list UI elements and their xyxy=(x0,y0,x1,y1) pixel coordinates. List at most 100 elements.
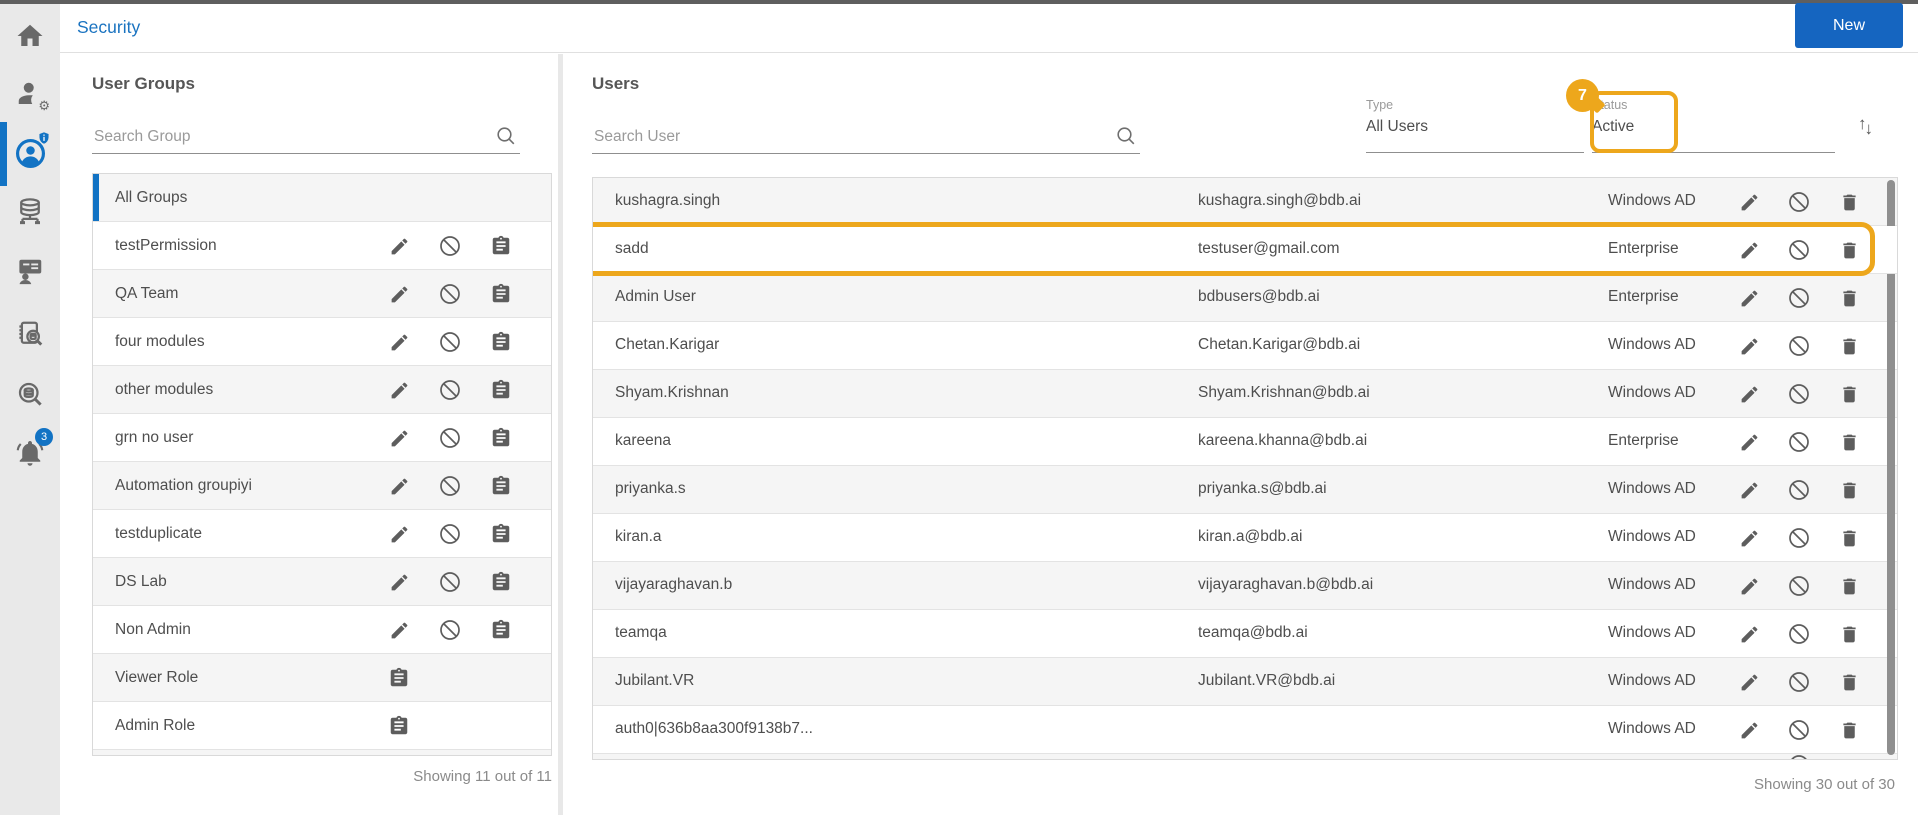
disable-group-icon[interactable] xyxy=(438,618,462,642)
group-permissions-icon[interactable] xyxy=(489,570,513,594)
user-row[interactable]: kiran.a kiran.a@bdb.ai Windows AD xyxy=(593,514,1897,562)
group-permissions-icon[interactable] xyxy=(489,426,513,450)
delete-user-icon[interactable] xyxy=(1837,574,1861,598)
sidebar-item-data-center[interactable] xyxy=(0,194,60,230)
edit-group-icon[interactable] xyxy=(387,234,411,258)
user-search-input[interactable]: Search User xyxy=(592,120,1140,154)
new-button[interactable]: New xyxy=(1795,3,1903,48)
edit-group-icon[interactable] xyxy=(387,618,411,642)
edit-group-icon[interactable] xyxy=(387,426,411,450)
group-row[interactable]: All Groups xyxy=(93,174,551,222)
group-permissions-icon[interactable] xyxy=(489,474,513,498)
disable-user-icon[interactable] xyxy=(1787,238,1811,262)
group-permissions-icon[interactable] xyxy=(489,522,513,546)
disable-group-icon[interactable] xyxy=(438,378,462,402)
edit-user-icon[interactable] xyxy=(1737,718,1761,742)
edit-group-icon[interactable] xyxy=(387,474,411,498)
group-row[interactable]: four modules xyxy=(93,318,551,366)
sidebar-item-business-story[interactable] xyxy=(0,253,60,289)
edit-user-icon[interactable] xyxy=(1737,238,1761,262)
edit-group-icon[interactable] xyxy=(387,330,411,354)
group-row[interactable]: Non Admin xyxy=(93,606,551,654)
user-row[interactable]: auth0|636b8aa300f9138b7... Windows AD xyxy=(593,706,1897,754)
user-row[interactable]: Jubilant.VR Jubilant.VR@bdb.ai Windows A… xyxy=(593,658,1897,706)
user-row[interactable]: Shyam.Krishnan Shyam.Krishnan@bdb.ai Win… xyxy=(593,370,1897,418)
delete-user-icon[interactable] xyxy=(1837,238,1861,262)
disable-user-icon[interactable] xyxy=(1787,334,1811,358)
user-row[interactable]: 8 sadd testuser@gmail.com Enterprise xyxy=(593,226,1897,274)
delete-user-icon[interactable] xyxy=(1837,478,1861,502)
disable-group-icon[interactable] xyxy=(438,474,462,498)
disable-group-icon[interactable] xyxy=(438,330,462,354)
group-row[interactable]: Automation groupiyi xyxy=(93,462,551,510)
disable-group-icon[interactable] xyxy=(438,282,462,306)
disable-group-icon[interactable] xyxy=(438,426,462,450)
disable-user-icon[interactable] xyxy=(1787,622,1811,646)
edit-user-icon[interactable] xyxy=(1737,190,1761,214)
edit-user-icon[interactable] xyxy=(1737,382,1761,406)
delete-user-icon[interactable] xyxy=(1837,718,1861,742)
delete-user-icon[interactable] xyxy=(1837,382,1861,406)
delete-user-icon[interactable] xyxy=(1837,334,1861,358)
edit-user-icon[interactable] xyxy=(1737,622,1761,646)
group-row[interactable]: testduplicate xyxy=(93,510,551,558)
edit-user-icon[interactable] xyxy=(1737,670,1761,694)
user-row[interactable]: teamqa teamqa@bdb.ai Windows AD xyxy=(593,610,1897,658)
delete-user-icon[interactable] xyxy=(1837,622,1861,646)
delete-user-icon[interactable] xyxy=(1837,430,1861,454)
sidebar-item-notifications[interactable]: 3 xyxy=(0,435,60,471)
group-row[interactable]: DS Lab xyxy=(93,558,551,606)
disable-user-icon[interactable] xyxy=(1787,430,1811,454)
user-row[interactable]: Admin User bdbusers@bdb.ai Enterprise xyxy=(593,274,1897,322)
group-search-input[interactable]: Search Group xyxy=(92,120,520,154)
group-permissions-icon[interactable] xyxy=(489,282,513,306)
group-row[interactable]: testPermission xyxy=(93,222,551,270)
group-row[interactable]: grn no user xyxy=(93,414,551,462)
group-permissions-icon[interactable] xyxy=(387,714,411,738)
group-permissions-icon[interactable] xyxy=(387,666,411,690)
user-row[interactable]: kareena kareena.khanna@bdb.ai Enterprise xyxy=(593,418,1897,466)
edit-group-icon[interactable] xyxy=(387,522,411,546)
type-filter-dropdown[interactable]: Type All Users xyxy=(1366,98,1584,136)
disable-user-icon[interactable] xyxy=(1787,478,1811,502)
disable-group-icon[interactable] xyxy=(438,522,462,546)
group-permissions-icon[interactable] xyxy=(489,234,513,258)
disable-group-icon[interactable] xyxy=(438,234,462,258)
user-row[interactable]: vijayaraghavan.b vijayaraghavan.b@bdb.ai… xyxy=(593,562,1897,610)
group-permissions-icon[interactable] xyxy=(489,618,513,642)
user-row[interactable]: priyanka.s priyanka.s@bdb.ai Windows AD xyxy=(593,466,1897,514)
delete-user-icon[interactable] xyxy=(1837,286,1861,310)
disable-user-icon[interactable] xyxy=(1787,718,1811,742)
user-row[interactable]: Chetan.Karigar Chetan.Karigar@bdb.ai Win… xyxy=(593,322,1897,370)
status-filter-dropdown[interactable]: Status Active xyxy=(1592,98,1835,136)
disable-user-icon[interactable] xyxy=(1787,670,1811,694)
delete-user-icon[interactable] xyxy=(1837,526,1861,550)
delete-user-icon[interactable] xyxy=(1837,190,1861,214)
group-row[interactable]: other modules xyxy=(93,366,551,414)
user-row[interactable]: kushagra.singh kushagra.singh@bdb.ai Win… xyxy=(593,178,1897,226)
edit-user-icon[interactable] xyxy=(1737,334,1761,358)
group-row[interactable]: Admin Role xyxy=(93,702,551,750)
edit-group-icon[interactable] xyxy=(387,570,411,594)
sidebar-item-data-search[interactable] xyxy=(0,376,60,412)
edit-user-icon[interactable] xyxy=(1737,478,1761,502)
sort-users-icon[interactable]: ↑↓ xyxy=(1858,114,1873,134)
sidebar-item-audit-trail[interactable] xyxy=(0,316,60,352)
sidebar-item-security[interactable] xyxy=(0,135,60,171)
edit-group-icon[interactable] xyxy=(387,378,411,402)
disable-user-icon[interactable] xyxy=(1787,526,1811,550)
disable-user-icon[interactable] xyxy=(1787,286,1811,310)
group-permissions-icon[interactable] xyxy=(489,378,513,402)
disable-user-icon[interactable] xyxy=(1787,382,1811,406)
sidebar-item-home[interactable] xyxy=(0,18,60,54)
edit-user-icon[interactable] xyxy=(1737,430,1761,454)
disable-user-icon[interactable] xyxy=(1787,574,1811,598)
edit-group-icon[interactable] xyxy=(387,282,411,306)
group-permissions-icon[interactable] xyxy=(489,330,513,354)
group-row[interactable]: QA Team xyxy=(93,270,551,318)
edit-user-icon[interactable] xyxy=(1737,526,1761,550)
disable-group-icon[interactable] xyxy=(438,570,462,594)
edit-user-icon[interactable] xyxy=(1737,574,1761,598)
delete-user-icon[interactable] xyxy=(1837,670,1861,694)
sidebar-item-user-settings[interactable]: ⚙ xyxy=(0,76,60,112)
